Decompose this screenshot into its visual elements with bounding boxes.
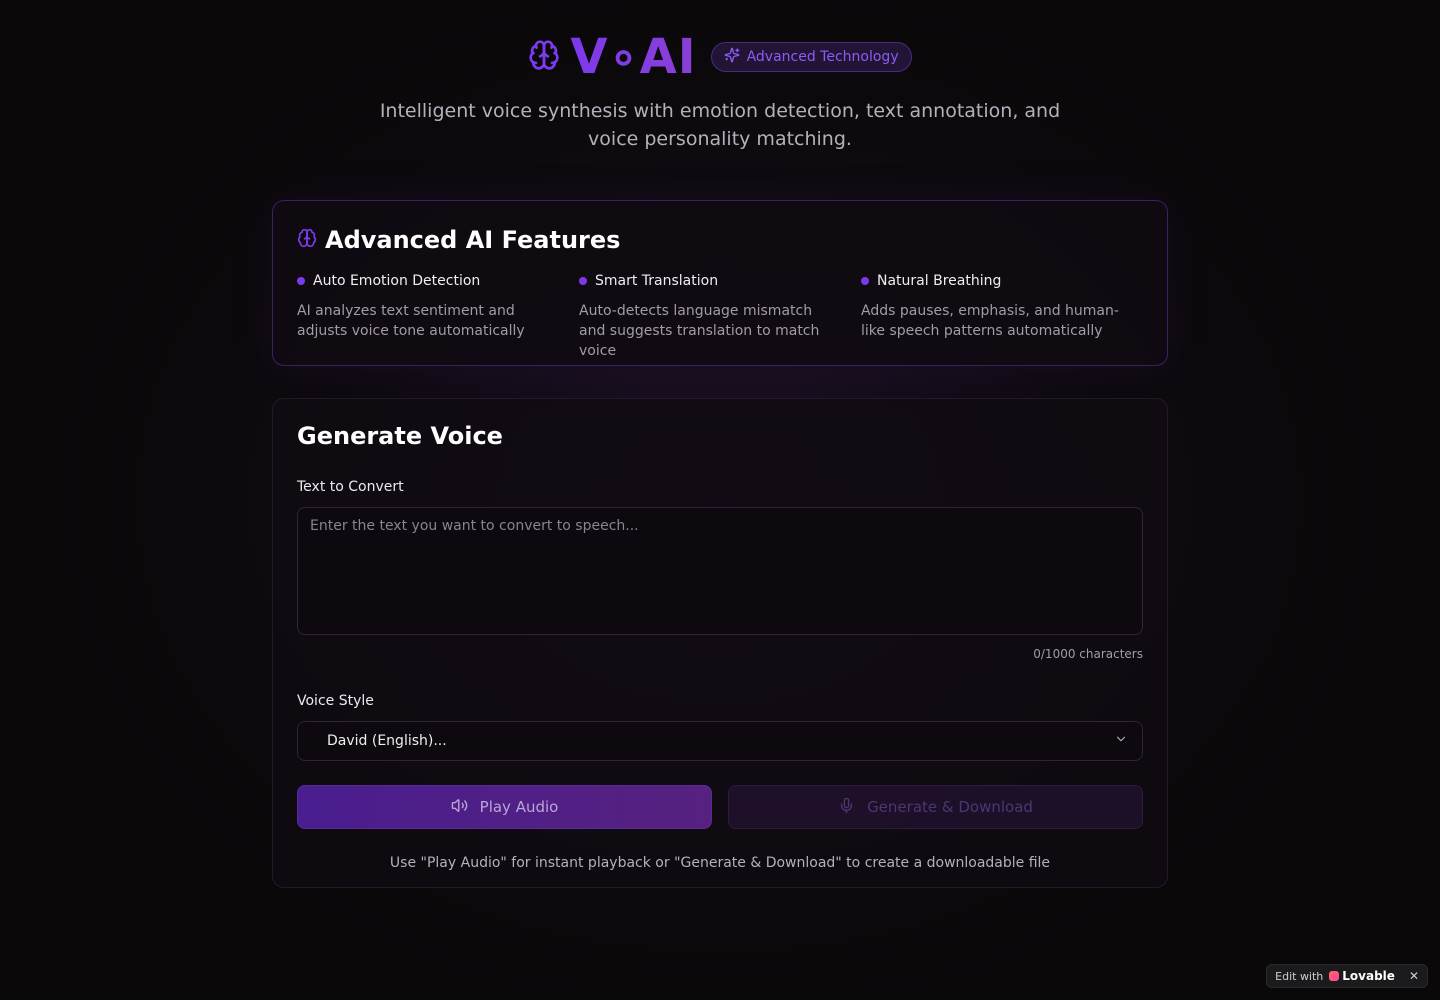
text-to-convert-input[interactable] bbox=[297, 507, 1143, 635]
action-buttons: Play Audio Generate & Download bbox=[297, 785, 1143, 829]
brand-title: V∘AI bbox=[570, 29, 697, 85]
generate-download-button[interactable]: Generate & Download bbox=[728, 785, 1143, 829]
features-heading-text: Advanced AI Features bbox=[325, 226, 621, 254]
feature-item: Natural Breathing Adds pauses, emphasis,… bbox=[861, 269, 1143, 361]
badge-label: Advanced Technology bbox=[746, 49, 899, 65]
voice-style-selected-value: David (English)... bbox=[327, 733, 447, 749]
page-subtitle: Intelligent voice synthesis with emotion… bbox=[379, 100, 1061, 150]
feature-description: Adds pauses, emphasis, and human-like sp… bbox=[861, 303, 1119, 339]
brain-icon bbox=[297, 226, 317, 254]
feature-description: AI analyzes text sentiment and adjusts v… bbox=[297, 303, 525, 339]
brand-logo: V∘AI bbox=[528, 30, 696, 84]
feature-title-text: Auto Emotion Detection bbox=[313, 273, 481, 289]
play-audio-label: Play Audio bbox=[479, 798, 559, 816]
lovable-heart-icon bbox=[1329, 971, 1340, 981]
lovable-logo: Lovable bbox=[1329, 969, 1395, 983]
volume-icon bbox=[451, 797, 468, 818]
features-heading: Advanced AI Features bbox=[297, 225, 1143, 255]
lovable-brand-text: Lovable bbox=[1342, 969, 1395, 983]
advanced-technology-badge: Advanced Technology bbox=[710, 42, 912, 72]
feature-title-text: Natural Breathing bbox=[877, 273, 1002, 289]
close-icon[interactable]: ✕ bbox=[1409, 969, 1419, 983]
brain-icon bbox=[528, 39, 560, 75]
bullet-dot-icon bbox=[861, 277, 869, 285]
edit-with-label: Edit with bbox=[1275, 969, 1324, 983]
feature-title-text: Smart Translation bbox=[595, 273, 719, 289]
feature-item: Auto Emotion Detection AI analyzes text … bbox=[297, 269, 579, 361]
features-card: Advanced AI Features Auto Emotion Detect… bbox=[272, 200, 1168, 366]
feature-title: Auto Emotion Detection bbox=[297, 269, 579, 293]
feature-item: Smart Translation Auto-detects language … bbox=[579, 269, 861, 361]
voice-style-label: Voice Style bbox=[297, 693, 374, 709]
feature-title: Smart Translation bbox=[579, 269, 861, 293]
feature-title: Natural Breathing bbox=[861, 269, 1143, 293]
generate-voice-card: Generate Voice Text to Convert 0/1000 ch… bbox=[272, 398, 1168, 888]
features-grid: Auto Emotion Detection AI analyzes text … bbox=[297, 269, 1143, 361]
generate-download-label: Generate & Download bbox=[867, 798, 1033, 816]
usage-hint: Use "Play Audio" for instant playback or… bbox=[389, 855, 1051, 871]
generate-voice-heading: Generate Voice bbox=[297, 422, 503, 450]
character-count: 0/1000 characters bbox=[1033, 647, 1143, 661]
microphone-icon bbox=[838, 797, 855, 818]
brand-row: V∘AI Advanced Technology bbox=[0, 30, 1440, 84]
sparkles-icon bbox=[724, 47, 740, 67]
voice-style-select[interactable]: David (English)... bbox=[297, 721, 1143, 761]
play-audio-button[interactable]: Play Audio bbox=[297, 785, 712, 829]
edit-with-lovable-badge[interactable]: Edit with Lovable ✕ bbox=[1266, 964, 1428, 988]
bullet-dot-icon bbox=[297, 277, 305, 285]
chevron-down-icon bbox=[1114, 732, 1128, 750]
hero-header: V∘AI Advanced Technology Intelligent voi… bbox=[0, 30, 1440, 153]
feature-description: Auto-detects language mismatch and sugge… bbox=[579, 303, 820, 359]
text-to-convert-label: Text to Convert bbox=[297, 479, 404, 495]
bullet-dot-icon bbox=[579, 277, 587, 285]
